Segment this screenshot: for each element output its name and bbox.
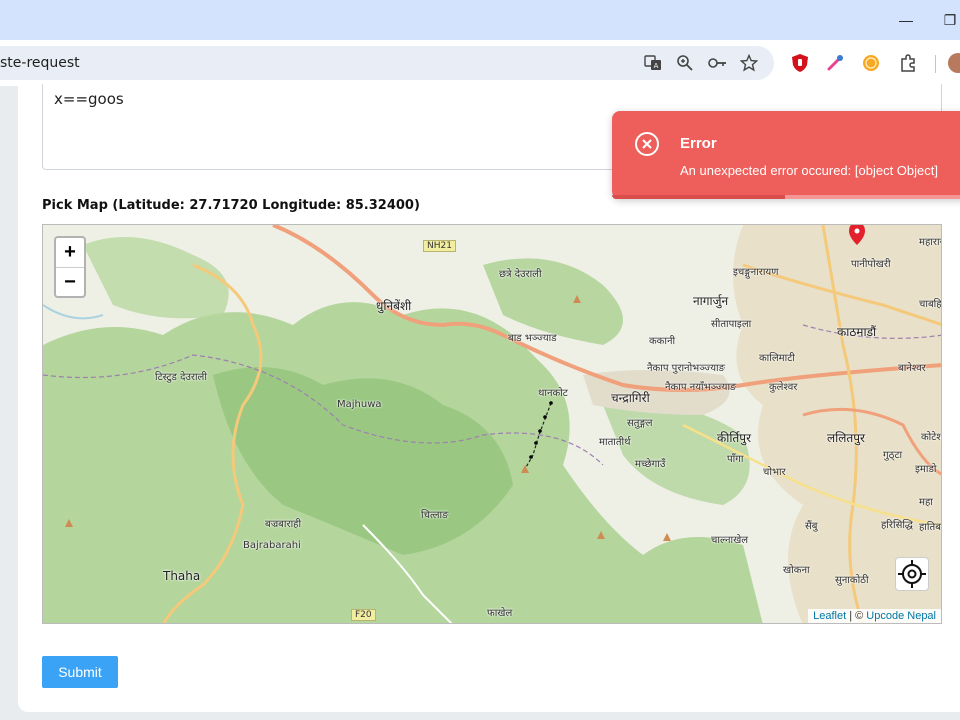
restore-icon[interactable]: ❐ [940,10,960,30]
map-label-kuleshwor: कुलेश्वर [769,382,798,393]
color-picker-icon[interactable] [824,52,846,74]
map-label-nagarjun: नागार्जुन [693,294,729,308]
map-label-machchhegaun: मच्छेगाउँ [635,459,666,470]
map-label-chhatre-deurali: छत्रे देउराली [499,269,542,280]
toolbar-divider [935,55,936,73]
browser-toolbar: ste-request A [0,40,960,86]
map-label-lalitpur: ललितपुर [827,431,865,445]
locate-button[interactable] [895,557,929,591]
map-label-matatirtha: मातातीर्थ [599,437,631,448]
textarea-value: x==goos [54,90,124,108]
map-label-nh21: NH21 [423,240,456,252]
map-label-mahalaxmi: महा [919,497,933,508]
map-label-chalnakhel: चाल्नाखेल [711,535,749,546]
attribution-separator: | © [846,610,867,622]
minimize-icon[interactable]: — [896,10,916,30]
map-label-baneshwor: बानेश्वर [898,363,926,374]
map-label-koteshwor: कोटेश [921,432,942,443]
translate-icon[interactable]: A [642,52,664,74]
map-label-gudta: गुठ्टा [883,450,903,461]
map-label-kirtipur: कीर्तिपुर [717,431,751,445]
toast-progress [612,195,960,199]
leaflet-link[interactable]: Leaflet [813,610,846,622]
error-circle-x-icon [635,132,659,156]
zoom-control: + − [54,236,86,298]
zoom-out-button[interactable]: − [56,267,84,296]
crosshair-icon [898,560,926,588]
bookmark-star-icon[interactable] [738,52,760,74]
address-bar[interactable]: ste-request A [0,46,774,80]
map-label-sunakothi: सुनाकोठी [835,575,869,586]
toast-title: Error [680,135,717,152]
zoom-icon[interactable] [674,52,696,74]
map-label-khokana: खोकना [783,565,810,576]
map-label-dhunibeshi: धुनिबेंशी [376,299,412,313]
map-label-ichangu: इचङ्गुनारायण [733,267,779,278]
map-label-panipokhari: पानीपोखरी [851,259,891,270]
map-label-badbhanjyang: बाड भञ्ज्याड [508,333,557,344]
toast-message: An unexpected error occured: [object Obj… [680,163,938,178]
map-attribution: Leaflet | © Upcode Nepal [808,609,941,623]
map-label-thankot: थानकोट [538,388,568,399]
map-label-chabahil: चाबहि [919,299,942,310]
map-label-maharajganj: महाराज [919,237,941,248]
map-label-thaha: Thaha [163,569,201,583]
map-label-chobhar: चोभार [763,467,786,478]
upcode-link[interactable]: Upcode Nepal [866,610,936,622]
ublock-icon[interactable] [789,52,811,74]
map-label-hatiban: हातिबन [919,522,941,533]
map-label-phakhel: फाखेल [487,608,513,619]
password-key-icon[interactable] [706,52,728,74]
zoom-in-button[interactable]: + [56,238,84,267]
map-label-bajrabarahi-ne: बज्रबाराही [265,519,302,530]
map-label-sitapaila: सीतापाइला [711,319,752,330]
map-label-naikap-old: नैकाप पुरानोभञ्ज्याङ [647,363,725,374]
browser-titlebar: — ❐ [0,0,960,40]
submit-button[interactable]: Submit [42,656,118,688]
map-label-chitlang: चित्लाङ [421,510,449,521]
map-label-f20: F20 [351,609,376,621]
map-label-satungal: सतुङ्गल [627,418,653,429]
extensions-puzzle-icon[interactable] [897,52,919,74]
map-label-kathmandu: काठमाडौं [837,325,877,339]
map-label-tistung: टिस्टुड देउराली [155,372,207,383]
map-container[interactable]: NH21 छत्रे देउराली इचङ्गुनारायण नागार्जु… [42,224,942,624]
map-label-chandragiri: चन्द्रागिरी [611,391,650,405]
svg-text:A: A [654,62,659,70]
url-text: ste-request [0,55,80,71]
map-label-kakani: ककानी [649,336,676,347]
map-label-bajrabarahi: Bajrabarahi [243,540,301,551]
map-label-pango: पाँगा [727,454,744,465]
toast-progress-fill [612,195,785,199]
map-label-naikap-new: नैकाप नयाँभञ्ज्याङ [665,382,737,393]
orange-extension-icon[interactable] [860,52,882,74]
map-label-majhuwa: Majhuwa [337,399,382,410]
map-label-sainbu: सैंबु [805,521,818,532]
map-label-harisiddhi: हरिसिद्धि [881,520,913,531]
map-label-imadol: इमाडो [915,464,937,475]
map-label-kalimati: कालिमाटी [759,353,795,364]
map-label: Pick Map (Latitude: 27.71720 Longitude: … [42,198,420,213]
error-toast[interactable]: Error An unexpected error occured: [obje… [612,111,960,199]
